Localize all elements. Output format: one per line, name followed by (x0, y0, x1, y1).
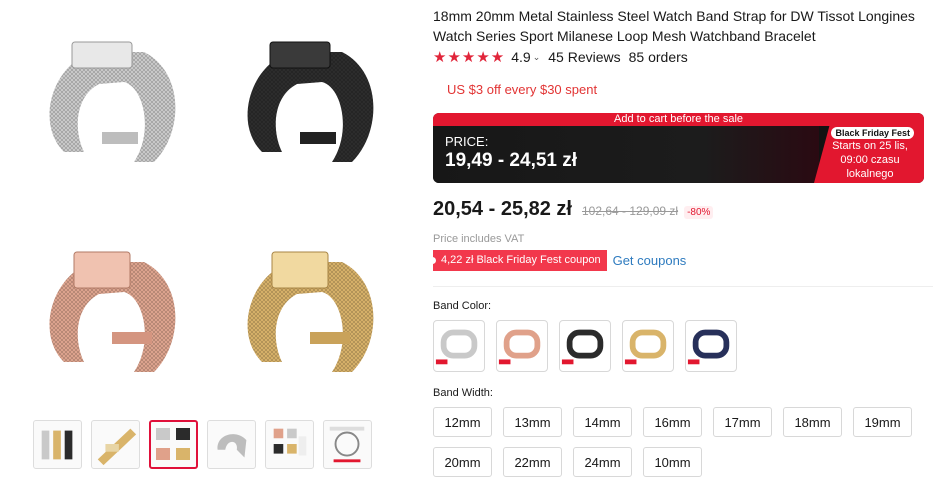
sale-price: 19,49 - 24,51 zł (445, 150, 578, 171)
color-option-rose-gold[interactable] (496, 320, 548, 372)
price-row: 20,54 - 25,82 zł 102,64 - 129,09 zł -80% (433, 198, 714, 221)
coupon-tag[interactable]: 4,22 zł Black Friday Fest coupon (429, 250, 607, 271)
color-option-blue[interactable] (685, 320, 737, 372)
image-gallery (0, 0, 420, 489)
thumbnail-1[interactable] (33, 420, 82, 469)
star-icon: ★★★★★ (433, 48, 506, 66)
original-price: 102,64 - 129,09 zł (581, 204, 679, 218)
width-option[interactable]: 16mm (643, 407, 702, 437)
black-friday-badge: Black Friday Fest (831, 127, 914, 139)
get-coupons-link[interactable]: Get coupons (613, 253, 687, 268)
product-photo-four-bands (49, 41, 374, 372)
reviews-link[interactable]: 45 Reviews (548, 49, 620, 65)
width-option[interactable]: 19mm (853, 407, 912, 437)
coupon-row: 4,22 zł Black Friday Fest coupon Get cou… (429, 250, 687, 271)
width-option[interactable]: 18mm (783, 407, 842, 437)
band-width-label: Band Width: (433, 387, 493, 399)
width-options: 12mm 13mm 14mm 16mm 17mm 18mm 19mm 20mm … (433, 407, 933, 477)
rating-row: ★★★★★ 4.9 ⌄ 45 Reviews 85 orders (433, 48, 688, 66)
vat-note: Price includes VAT (433, 233, 525, 245)
color-option-black[interactable] (559, 320, 611, 372)
store-coupon-text: US $3 off every $30 spent (447, 82, 598, 97)
width-option[interactable]: 10mm (643, 447, 702, 477)
width-option[interactable]: 22mm (503, 447, 562, 477)
width-option[interactable]: 24mm (573, 447, 632, 477)
thumbnail-3-selected[interactable] (149, 420, 198, 469)
thumbnail-strip (33, 420, 372, 470)
discount-badge: -80% (684, 206, 714, 219)
width-option[interactable]: 20mm (433, 447, 492, 477)
thumbnail-2[interactable] (91, 420, 140, 469)
product-title: 18mm 20mm Metal Stainless Steel Watch Ba… (433, 8, 915, 44)
thumbnail-6[interactable] (323, 420, 372, 469)
sale-price-label: PRICE: (445, 134, 489, 149)
color-option-silver[interactable] (433, 320, 485, 372)
orders-count: 85 orders (628, 49, 688, 65)
band-color-label: Band Color: (433, 300, 492, 312)
sale-start-text: Starts on 25 lis, 09:00 czasu lokalnego (832, 140, 908, 180)
chevron-down-icon[interactable]: ⌄ (533, 52, 541, 63)
color-options (433, 320, 737, 372)
sale-strip: Add to cart before the sale (433, 113, 924, 126)
sale-banner: Add to cart before the sale PRICE: 19,49… (433, 113, 924, 183)
thumbnail-5[interactable] (265, 420, 314, 469)
width-option[interactable]: 13mm (503, 407, 562, 437)
width-option[interactable]: 14mm (573, 407, 632, 437)
current-price: 20,54 - 25,82 zł (433, 198, 572, 220)
star-rating: ★★★★★ (433, 50, 505, 65)
main-product-image[interactable] (14, 12, 410, 408)
color-option-gold[interactable] (622, 320, 674, 372)
width-option[interactable]: 12mm (433, 407, 492, 437)
divider (433, 286, 933, 287)
thumbnail-4[interactable] (207, 420, 256, 469)
sale-price-panel: PRICE: 19,49 - 24,51 zł (433, 126, 819, 183)
width-option[interactable]: 17mm (713, 407, 772, 437)
rating-value: 4.9 (511, 49, 531, 65)
